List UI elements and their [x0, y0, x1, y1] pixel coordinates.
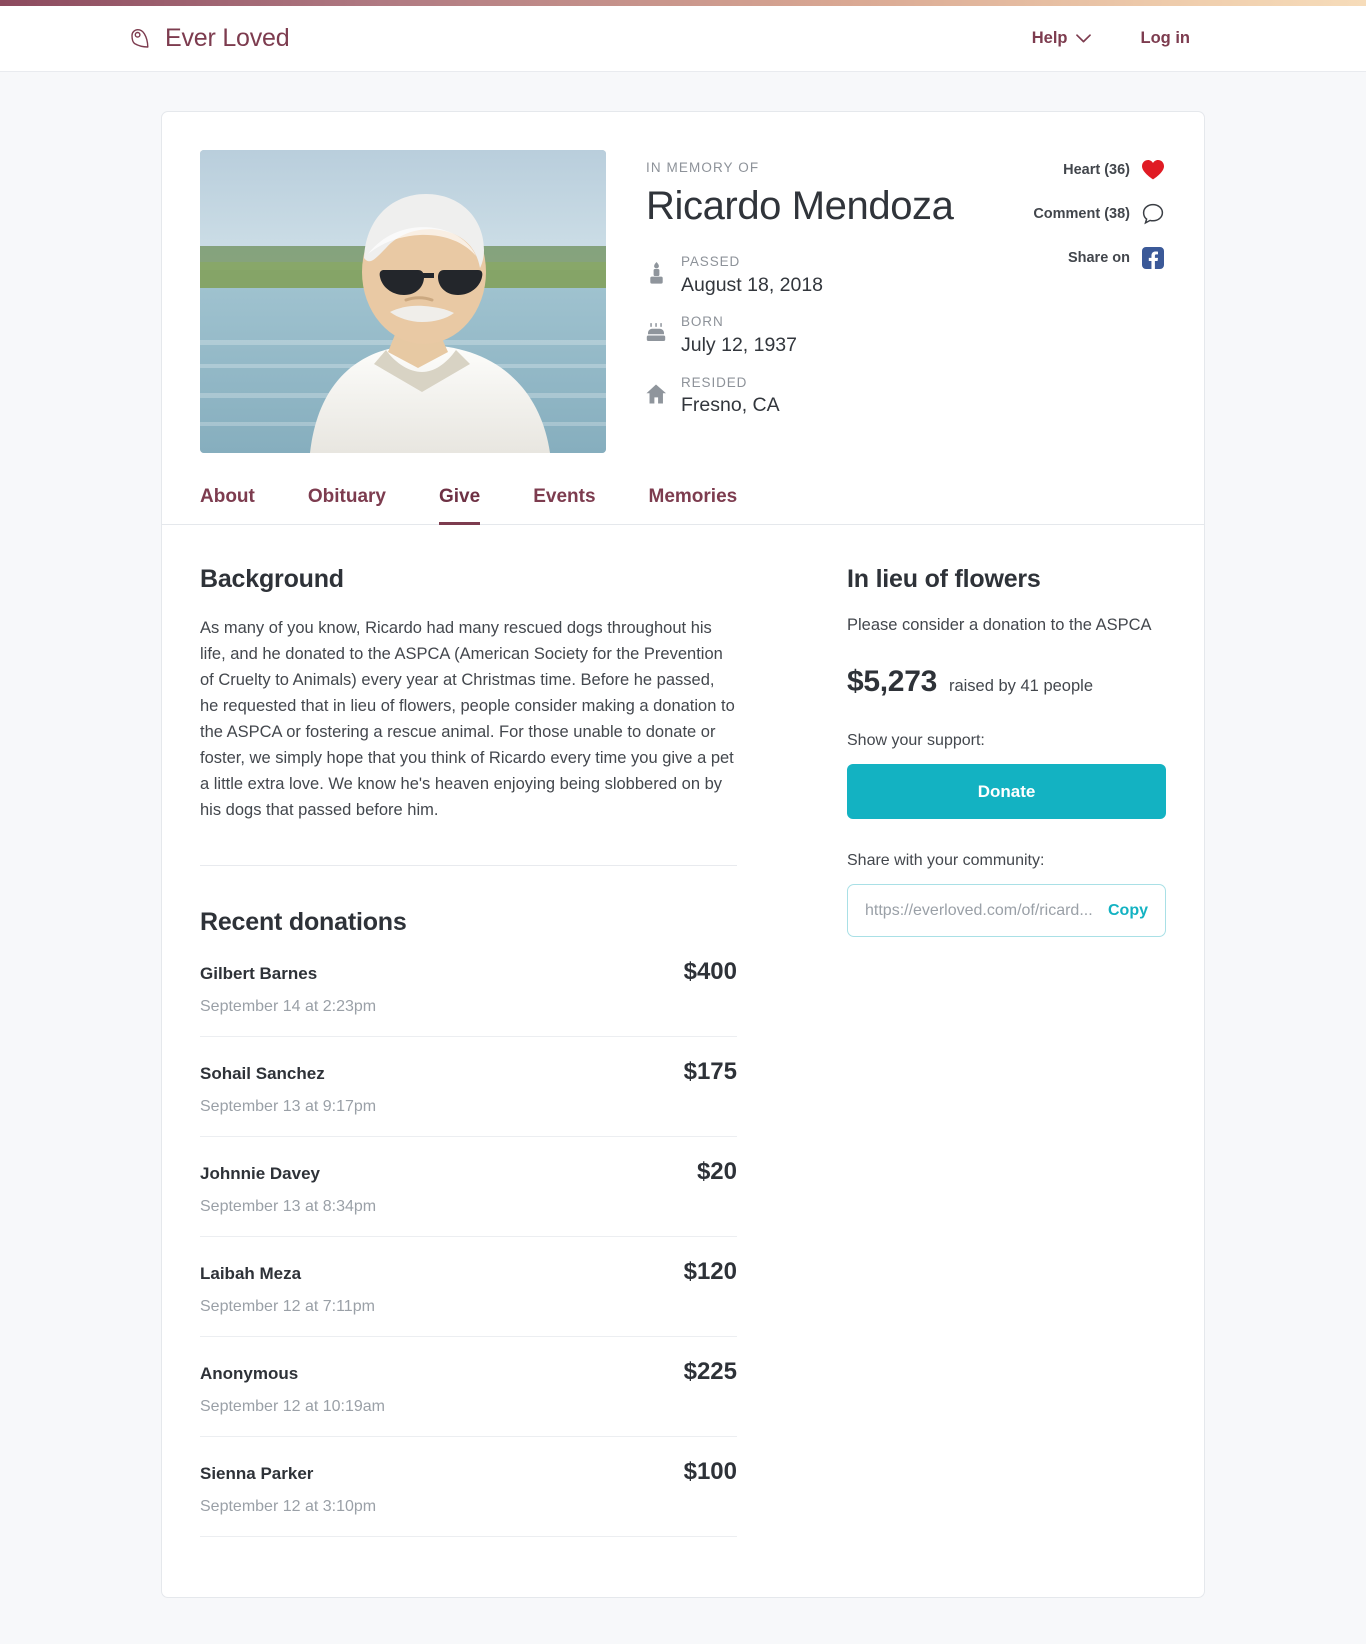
in-lieu-of-flowers-title: In lieu of flowers — [847, 565, 1041, 593]
profile-photo — [200, 150, 606, 453]
background-text: As many of you know, Ricardo had many re… — [200, 619, 735, 819]
memorial-tabs: About Obituary Give Events Memories — [162, 485, 1204, 525]
right-column: In lieu of flowers Please consider a don… — [847, 565, 1166, 1537]
comment-action[interactable]: Comment (38) — [924, 202, 1164, 225]
brand-name: Ever Loved — [165, 24, 290, 52]
profile-header: IN MEMORY OF Ricardo Mendoza PASSED Augu… — [162, 112, 1204, 453]
donation-amount: $175 — [683, 1058, 737, 1085]
fact-born: BORN July 12, 1937 — [646, 314, 1164, 357]
heart-count-label: Heart (36) — [1063, 161, 1130, 178]
brand-logo[interactable]: Ever Loved — [128, 24, 290, 53]
tab-give[interactable]: Give — [439, 486, 481, 525]
donation-date: September 14 at 2:23pm — [200, 998, 377, 1015]
house-icon — [646, 376, 666, 406]
donor-name: Johnnie Davey — [200, 1164, 320, 1183]
background-title: Background — [200, 565, 344, 593]
login-label: Log in — [1140, 29, 1190, 47]
tab-about[interactable]: About — [200, 486, 255, 525]
donation-amount: $400 — [683, 958, 737, 985]
in-lieu-subtitle: Please consider a donation to the ASPCA — [847, 616, 1152, 634]
share-on-label: Share on — [1067, 249, 1130, 266]
table-row: Gilbert Barnes $400 September 14 at 2:23… — [200, 937, 737, 1037]
recent-donations-title: Recent donations — [200, 908, 407, 936]
donation-date: September 13 at 9:17pm — [200, 1098, 377, 1115]
donation-amount: $225 — [683, 1358, 737, 1385]
show-support-label: Show your support: — [847, 732, 985, 749]
section-divider — [200, 865, 737, 866]
left-column: Background As many of you know, Ricardo … — [200, 565, 737, 1537]
share-community-label: Share with your community: — [847, 852, 1045, 869]
engagement-actions: Heart (36) Comment (38) Share on — [924, 158, 1164, 290]
donor-name: Sohail Sanchez — [200, 1064, 325, 1083]
fact-value: August 18, 2018 — [681, 273, 824, 296]
donation-amount: $120 — [683, 1258, 737, 1285]
donor-name: Gilbert Barnes — [200, 964, 318, 983]
table-row: Sienna Parker $100 September 12 at 3:10p… — [200, 1437, 737, 1537]
fact-label: BORN — [681, 314, 724, 330]
site-header: Ever Loved Help Log in — [0, 6, 1366, 72]
tab-memories[interactable]: Memories — [649, 486, 738, 525]
donation-date: September 12 at 3:10pm — [200, 1498, 377, 1515]
donation-date: September 13 at 8:34pm — [200, 1198, 377, 1215]
fact-value: Fresno, CA — [681, 394, 780, 417]
raised-summary: $5,273 raised by 41 people — [847, 665, 1166, 699]
header-nav: Help Log in — [1032, 29, 1190, 48]
fact-label: RESIDED — [681, 374, 748, 390]
profile-details: IN MEMORY OF Ricardo Mendoza PASSED Augu… — [646, 150, 1164, 453]
donation-amount: $20 — [696, 1158, 737, 1185]
heart-action[interactable]: Heart (36) — [924, 158, 1164, 181]
give-tab-content: Background As many of you know, Ricardo … — [162, 525, 1204, 1597]
donation-amount: $100 — [683, 1458, 737, 1485]
tab-events[interactable]: Events — [533, 486, 595, 525]
donation-date: September 12 at 10:19am — [200, 1398, 386, 1415]
heart-leaf-logo-icon — [128, 26, 154, 52]
table-row: Johnnie Davey $20 September 13 at 8:34pm — [200, 1137, 737, 1237]
heart-icon — [1141, 158, 1164, 181]
donor-name: Sienna Parker — [200, 1464, 314, 1483]
share-facebook-action[interactable]: Share on — [924, 246, 1164, 269]
help-label: Help — [1031, 29, 1068, 47]
memorial-card: IN MEMORY OF Ricardo Mendoza PASSED Augu… — [161, 111, 1205, 1598]
help-menu[interactable]: Help — [1032, 29, 1091, 48]
donation-date: September 12 at 7:11pm — [200, 1298, 375, 1315]
birthday-cake-icon — [646, 315, 666, 345]
comment-bubble-icon — [1141, 202, 1164, 225]
login-button[interactable]: Log in — [1141, 29, 1190, 48]
raised-by-label: raised by 41 people — [948, 677, 1093, 695]
raised-amount: $5,273 — [847, 665, 937, 698]
candle-icon — [646, 255, 666, 285]
donor-name: Anonymous — [200, 1364, 299, 1383]
share-link-input[interactable] — [865, 901, 1098, 920]
donor-name: Laibah Meza — [200, 1264, 302, 1283]
donate-button[interactable]: Donate — [847, 764, 1166, 819]
copy-link-button[interactable]: Copy — [1098, 902, 1148, 920]
table-row: Sohail Sanchez $175 September 13 at 9:17… — [200, 1037, 737, 1137]
fact-value: July 12, 1937 — [681, 334, 798, 357]
tab-obituary[interactable]: Obituary — [308, 486, 386, 525]
table-row: Laibah Meza $120 September 12 at 7:11pm — [200, 1237, 737, 1337]
fact-label: PASSED — [681, 254, 741, 269]
fact-resided: RESIDED Fresno, CA — [646, 374, 1164, 417]
table-row: Anonymous $225 September 12 at 10:19am — [200, 1337, 737, 1437]
facebook-icon — [1141, 246, 1164, 269]
share-link-field[interactable]: Copy — [847, 884, 1166, 937]
comment-count-label: Comment (38) — [1033, 205, 1130, 222]
chevron-down-icon — [1075, 29, 1091, 48]
